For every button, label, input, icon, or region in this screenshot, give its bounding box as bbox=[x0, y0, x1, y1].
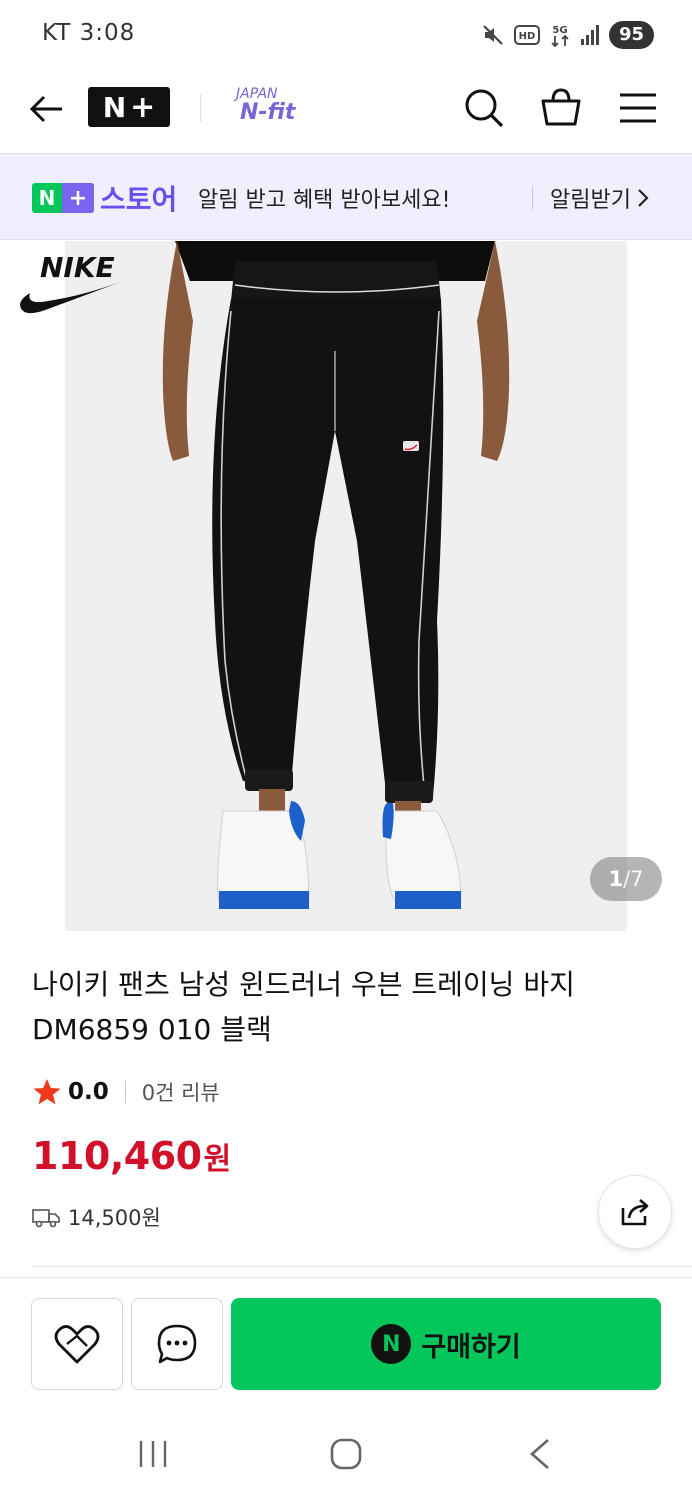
svg-text:NIKE: NIKE bbox=[40, 251, 115, 284]
badge-n: N bbox=[38, 186, 56, 210]
image-counter: 1 / 7 bbox=[590, 857, 662, 901]
info-divider bbox=[32, 1266, 692, 1267]
home-icon[interactable] bbox=[329, 1437, 363, 1471]
system-nav-bar bbox=[0, 1405, 692, 1500]
buy-button[interactable]: N 구매하기 bbox=[231, 1298, 661, 1390]
review-count[interactable]: 0건 리뷰 bbox=[142, 1077, 220, 1107]
hd-icon: HD bbox=[513, 25, 540, 45]
svg-text:HD: HD bbox=[519, 31, 536, 42]
system-back-icon[interactable] bbox=[526, 1437, 554, 1471]
cart-icon[interactable] bbox=[538, 84, 584, 130]
notify-button-label: 알림받기 bbox=[550, 188, 631, 213]
share-icon bbox=[621, 1199, 649, 1226]
5g-icon: 5G bbox=[551, 25, 569, 48]
naver-plus-badge: N + bbox=[32, 183, 94, 213]
naver-plus-logo[interactable]: N + bbox=[88, 87, 170, 127]
wishlist-button[interactable] bbox=[31, 1298, 123, 1390]
badge-plus: + bbox=[62, 183, 94, 213]
heart-icon bbox=[54, 1325, 100, 1364]
truck-icon bbox=[32, 1209, 60, 1228]
talk-talk-button[interactable] bbox=[131, 1298, 223, 1390]
mute-icon bbox=[483, 25, 503, 45]
image-counter-current: 1 bbox=[608, 867, 624, 891]
svg-text:5G: 5G bbox=[552, 25, 567, 36]
chevron-right-icon bbox=[638, 189, 649, 207]
recent-apps-icon[interactable] bbox=[136, 1439, 170, 1469]
menu-icon[interactable] bbox=[616, 86, 660, 130]
price-row: 110,460 원 bbox=[32, 1134, 231, 1178]
buy-button-label: 구매하기 bbox=[421, 1331, 521, 1363]
logo-n: N bbox=[102, 90, 127, 124]
brand-logo-bottom: N-fit bbox=[240, 100, 296, 125]
carrier-time: KT 3:08 bbox=[42, 20, 136, 46]
purchase-action-bar: N 구매하기 bbox=[0, 1277, 692, 1405]
nike-logo-icon: NIKE bbox=[20, 251, 134, 314]
price-unit: 원 bbox=[203, 1142, 232, 1177]
store-brand-logo[interactable]: JAPAN N-fit bbox=[228, 82, 310, 128]
banner-message: 알림 받고 혜택 받아보세요! bbox=[198, 188, 451, 213]
product-image-gallery[interactable]: NIKE 1 / 7 bbox=[0, 241, 692, 931]
rating-row[interactable]: 0.0 0건 리뷰 bbox=[32, 1076, 220, 1108]
header-divider bbox=[200, 94, 201, 122]
shipping-fee: 14,500원 bbox=[68, 1206, 161, 1230]
star-icon bbox=[33, 1079, 61, 1105]
price-value: 110,460 bbox=[32, 1134, 202, 1178]
back-arrow-icon[interactable] bbox=[26, 88, 68, 130]
notification-banner[interactable]: N + 스토어 알림 받고 혜택 받아보세요! 알림받기 bbox=[0, 156, 692, 240]
naver-pay-icon: N bbox=[371, 1324, 412, 1364]
pants-illustration bbox=[162, 241, 510, 909]
shipping-row: 14,500원 bbox=[32, 1202, 161, 1232]
rating-divider bbox=[124, 1081, 126, 1103]
status-bar: KT 3:08 HD 5G 95 bbox=[0, 0, 692, 70]
search-icon[interactable] bbox=[462, 86, 506, 130]
share-button[interactable] bbox=[598, 1175, 672, 1249]
product-title: 나이키 팬츠 남성 윈드러너 우븐 트레이닝 바지 DM6859 010 블랙 bbox=[32, 968, 575, 1046]
app-header: N + JAPAN N-fit bbox=[0, 70, 692, 155]
notify-button[interactable]: 알림받기 bbox=[550, 182, 651, 214]
banner-divider bbox=[532, 186, 533, 210]
status-icons: HD 5G 95 bbox=[481, 20, 654, 50]
battery-badge: 95 bbox=[608, 21, 654, 49]
image-counter-separator: / bbox=[623, 867, 631, 891]
image-counter-total: 7 bbox=[630, 867, 644, 891]
signal-icon bbox=[580, 25, 599, 45]
product-photo bbox=[65, 241, 627, 931]
logo-plus: + bbox=[130, 89, 156, 125]
banner-store-label: 스토어 bbox=[100, 183, 178, 216]
chat-bubble-icon bbox=[157, 1324, 197, 1364]
rating-value: 0.0 bbox=[68, 1079, 109, 1105]
